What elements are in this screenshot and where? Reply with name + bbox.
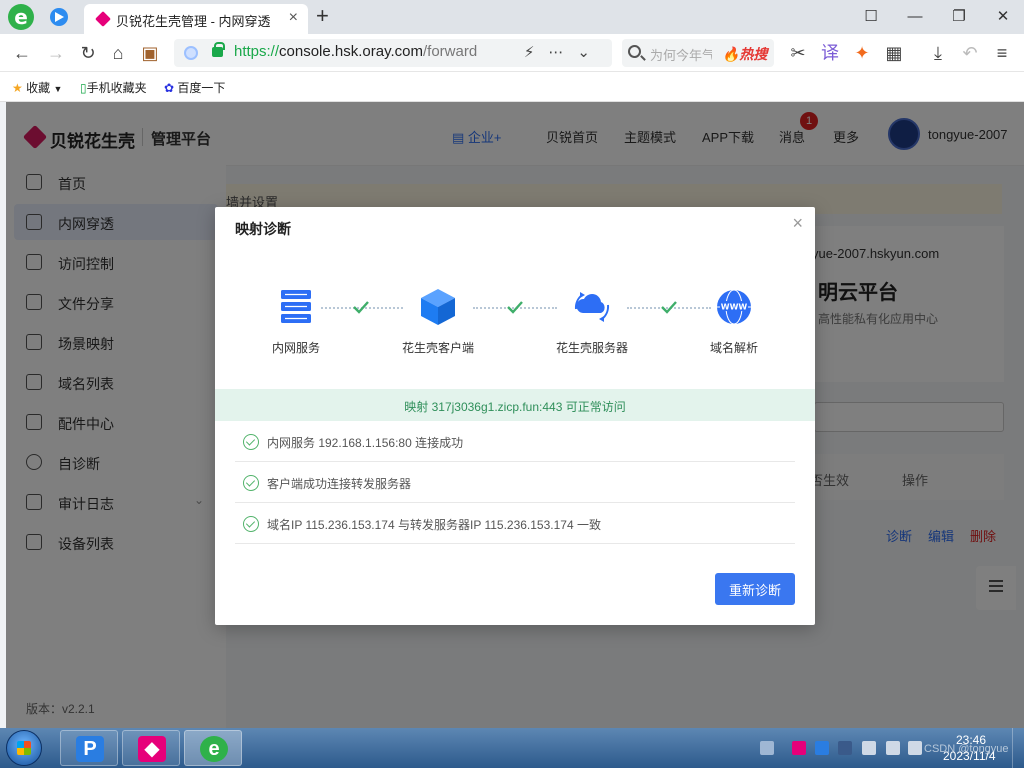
server-icon: [281, 290, 311, 323]
pin-icon[interactable]: ☐: [856, 4, 886, 30]
svg-text:WWW: WWW: [721, 303, 748, 312]
www-globe-icon: WWW: [717, 289, 751, 325]
volume-icon[interactable]: [886, 741, 900, 755]
bookmark-baidu[interactable]: ✿ 百度一下: [164, 79, 225, 96]
start-button[interactable]: [6, 730, 42, 766]
taskbar-app-browser[interactable]: e: [184, 730, 242, 766]
diagnosis-dialog: 映射诊断 × 内网服务 花生壳客户端 花生壳服务器 WWW 域名解析 映射 31…: [215, 207, 815, 625]
taskbar-app-oray[interactable]: ◆: [122, 730, 180, 766]
scissors-icon[interactable]: ✂: [786, 41, 810, 65]
translate-icon[interactable]: 译: [818, 41, 842, 65]
status-bar: 映射 317j3036g1.zicp.fun:443 可正常访问: [215, 389, 815, 421]
dialog-title: 映射诊断: [235, 221, 291, 237]
flag-icon[interactable]: [908, 741, 922, 755]
menu-icon[interactable]: ≡: [990, 41, 1014, 65]
undo-icon[interactable]: ↶: [958, 41, 982, 65]
send-icon[interactable]: [50, 8, 68, 26]
search-placeholder: 为何今年气: [650, 48, 712, 63]
address-bar[interactable]: https://console.hsk.oray.com/forward ⚡⋯⌄: [174, 39, 612, 67]
taskbar-app-p[interactable]: P: [60, 730, 118, 766]
result-row: 域名IP 115.236.153.174 与转发服务器IP 115.236.15…: [235, 503, 795, 544]
briefcase-icon[interactable]: ▣: [138, 41, 162, 65]
step-client: 花生壳客户端: [383, 287, 493, 356]
game-icon[interactable]: ✦: [850, 41, 874, 65]
close-window-button[interactable]: ✕: [988, 4, 1018, 30]
p-app-icon: P: [76, 736, 104, 762]
clock-time[interactable]: 23:46: [956, 733, 986, 747]
bookmark-favorites[interactable]: ★ 收藏 ▼: [12, 79, 62, 96]
cloud-sync-icon: [574, 292, 610, 322]
home-icon[interactable]: ⌂: [106, 41, 130, 65]
browser-logo-icon[interactable]: e: [8, 4, 34, 30]
address-tools-icon[interactable]: ⚡⋯⌄: [524, 43, 604, 61]
cube-icon: ◆: [138, 736, 166, 762]
baidu-paw-icon: ✿: [164, 81, 175, 95]
status-text: 映射 317j3036g1.zicp.fun:443 可正常访问: [404, 400, 626, 414]
hot-search-label[interactable]: 🔥热搜: [722, 44, 767, 64]
browser-logo-icon: e: [200, 736, 228, 762]
star-icon: ★: [12, 81, 23, 95]
network-icon[interactable]: [862, 741, 876, 755]
browser-nav-bar: ← → ↻ ⌂ ▣ https://console.hsk.oray.com/f…: [0, 34, 1024, 72]
restore-button[interactable]: ❐: [944, 4, 974, 30]
check-circle-icon: [243, 475, 259, 491]
p-tray-icon[interactable]: [815, 741, 829, 755]
apps-grid-icon[interactable]: ▦: [882, 41, 906, 65]
tab-title: 贝锐花生壳管理 - 内网穿透: [116, 14, 271, 29]
check-icon: [353, 301, 369, 314]
chevron-down-icon: ▼: [53, 84, 63, 94]
keyboard-icon[interactable]: [760, 741, 774, 755]
rediagnose-button[interactable]: 重新诊断: [715, 573, 795, 605]
browser-tab[interactable]: 贝锐花生壳管理 - 内网穿透 ×: [84, 4, 308, 34]
clock-date[interactable]: 2023/11/4: [943, 749, 996, 763]
step-intranet-service: 内网服务: [241, 287, 351, 356]
new-tab-button[interactable]: +: [316, 3, 329, 29]
reload-icon[interactable]: ↻: [76, 41, 100, 65]
show-desktop-button[interactable]: [1012, 728, 1024, 768]
check-circle-icon: [243, 434, 259, 450]
result-row: 内网服务 192.168.1.156:80 连接成功: [235, 421, 795, 462]
browser-tab-bar: e 贝锐花生壳管理 - 内网穿透 × + ☐ — ❐ ✕: [0, 0, 1024, 34]
check-icon: [661, 301, 677, 314]
minimize-button[interactable]: —: [900, 4, 930, 30]
lock-icon: [212, 42, 225, 57]
oray-tray-icon[interactable]: [792, 741, 806, 755]
bluetooth-icon[interactable]: [838, 741, 852, 755]
tab-close-icon[interactable]: ×: [289, 9, 298, 27]
favicon-icon: [95, 11, 111, 27]
forward-icon[interactable]: →: [44, 41, 68, 65]
step-server: 花生壳服务器: [537, 287, 647, 356]
download-icon[interactable]: ⤓: [926, 41, 950, 65]
cube-icon: [421, 289, 455, 325]
result-row: 客户端成功连接转发服务器: [235, 462, 795, 503]
bookmarks-bar: ★ 收藏 ▼ ▯手机收藏夹 ✿ 百度一下: [0, 72, 1024, 102]
close-icon[interactable]: ×: [792, 213, 803, 234]
phone-icon: ▯: [80, 81, 87, 95]
url-text[interactable]: https://console.hsk.oray.com/forward: [234, 43, 477, 60]
back-icon[interactable]: ←: [10, 41, 34, 65]
check-icon: [507, 301, 523, 314]
check-circle-icon: [243, 516, 259, 532]
step-dns: WWW 域名解析: [679, 287, 789, 356]
search-box[interactable]: 为何今年气 🔥热搜: [622, 39, 774, 67]
bookmark-mobile[interactable]: ▯手机收藏夹: [80, 79, 147, 96]
security-shield-icon: [184, 46, 198, 60]
taskbar: P ◆ e CSDN @tongyue 23:46 2023/11/4: [0, 728, 1024, 768]
search-icon: [628, 45, 641, 58]
